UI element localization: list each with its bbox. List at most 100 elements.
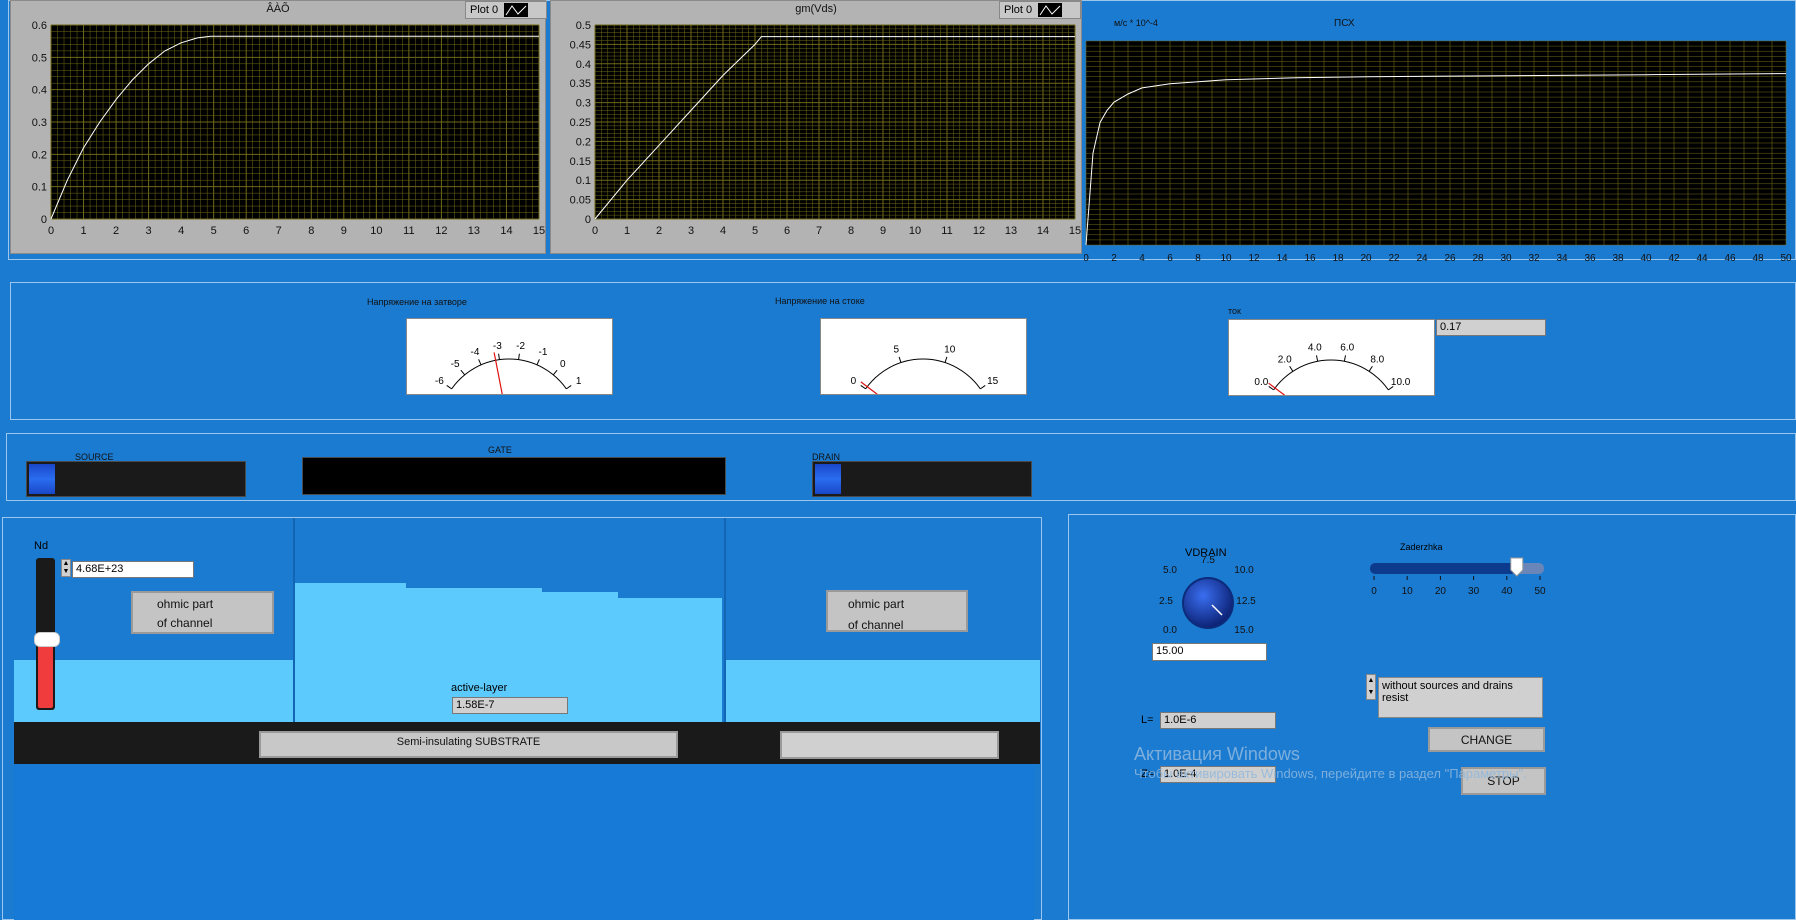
nd-value-field[interactable]: 4.68E+23 [72, 561, 194, 578]
x-tick-label: 36 [1584, 253, 1596, 264]
x-tick-label: 42 [1668, 253, 1680, 264]
mode-field[interactable]: without sources and drains resist [1378, 677, 1543, 718]
vdrain-knob[interactable]: 0.0 2.5 5.0 7.5 10.0 12.5 15.0 [1140, 553, 1280, 643]
x-tick-label: 22 [1388, 253, 1400, 264]
meter-tick-label: -6 [435, 376, 444, 387]
x-tick-label: 3 [146, 225, 152, 237]
x-tick-label: 13 [1005, 225, 1017, 237]
meter-tick-label: -3 [493, 341, 502, 352]
x-tick-label: 32 [1528, 253, 1540, 264]
iv-graph: ÂÀÕ Plot 0 0 1 2 3 4 5 6 7 8 9 10 11 12 13 14 15 0 0.1 0.2… [10, 0, 547, 255]
x-tick-label: 11 [403, 225, 414, 237]
x-tick-label: 7 [276, 225, 282, 237]
gm-plot-area[interactable]: 0 1 2 3 4 5 6 7 8 9 10 11 12 13 14 1500.050.10.150.20.2… [551, 1, 1083, 255]
x-tick-label: 4 [720, 225, 726, 237]
y-tick-label: 0.4 [576, 59, 591, 71]
channel-left-region [14, 660, 294, 722]
zaderzhka-slider[interactable]: 0 10 20 30 40 50 [1364, 556, 1554, 600]
iv-plot-area[interactable]: 0 1 2 3 4 5 6 7 8 9 10 11 12 13 14 1500.10.20.30.40.50.… [11, 1, 547, 255]
ohmic-right-line1: ohmic part [848, 597, 905, 611]
current-label: ток [1228, 306, 1241, 316]
mode-stepper[interactable]: ▲ ▼ [1366, 674, 1376, 700]
x-tick-label: 48 [1752, 253, 1764, 264]
knob-tick-label: 12.5 [1236, 596, 1256, 607]
drain-electrode[interactable] [812, 461, 1032, 497]
nd-stepper[interactable]: ▲ ▼ [61, 559, 71, 577]
knob-tick-label: 2.5 [1159, 596, 1173, 607]
gate-right-divider [724, 518, 726, 722]
meter-tick [860, 384, 866, 390]
nd-slider-track[interactable] [34, 558, 60, 710]
meter-tick-label: -2 [516, 341, 525, 352]
meter-tick-label: 0 [851, 376, 857, 387]
gate-electrode[interactable] [302, 457, 726, 495]
l-label: L= [1141, 714, 1154, 726]
substrate-label: Semi-insulating SUBSTRATE [396, 736, 541, 748]
meter-tick-label: 0 [560, 359, 566, 370]
y-tick-label: 0.4 [32, 85, 47, 97]
meter-tick-label: 10.0 [1391, 377, 1411, 388]
x-tick-label: 9 [880, 225, 886, 237]
x-tick-label: 4 [1139, 253, 1145, 264]
slider-fill [1370, 563, 1517, 574]
meter-tick-label: 10 [944, 344, 956, 355]
x-tick-label: 3 [688, 225, 694, 237]
x-tick-label: 4 [178, 225, 184, 237]
active-layer-label: active-layer [451, 682, 508, 694]
x-tick-label: 18 [1332, 253, 1344, 264]
x-tick-label: 10 [909, 225, 921, 237]
l-value-field[interactable]: 1.0E-6 [1160, 712, 1276, 729]
x-tick-label: 14 [500, 225, 512, 237]
x-tick-label: 40 [1640, 253, 1652, 264]
source-electrode[interactable] [26, 461, 246, 497]
windows-activation-hint: Чтобы активировать Windows, перейдите в … [1134, 766, 1527, 781]
x-tick-label: 10 [370, 225, 382, 237]
current-meter: 0.0 2.0 4.0 6.0 8.0 10.0 [1228, 319, 1435, 414]
meter-tick-label: 0.0 [1254, 377, 1268, 388]
x-tick-label: 38 [1612, 253, 1624, 264]
drain-voltage-meter: 0 5 10 15 [820, 318, 1027, 413]
x-tick-label: 8 [308, 225, 314, 237]
y-tick-label: 0.3 [576, 98, 591, 110]
nd-slider-fill [38, 638, 53, 708]
vdrain-value-field[interactable]: 15.00 [1152, 643, 1267, 661]
active-layer-value[interactable]: 1.58E-7 [452, 697, 568, 714]
change-button[interactable]: CHANGE [1428, 727, 1545, 752]
gate-voltage-label: Напряжение на затворе [367, 297, 467, 307]
meter-tick [460, 369, 466, 376]
meter-tick [1316, 355, 1319, 362]
mode-text: without sources and drains resist [1382, 680, 1513, 704]
meter-tick-label: 8.0 [1370, 355, 1384, 366]
slider-tick-label: 0 [1371, 586, 1377, 597]
meter-arc [451, 358, 567, 390]
x-tick-label: 2 [656, 225, 662, 237]
meter-tick [1343, 355, 1346, 362]
x-tick-label: 9 [341, 225, 347, 237]
meter-tick [498, 353, 500, 360]
meter-tick-label: 1 [576, 376, 582, 387]
x-tick-label: 6 [1167, 253, 1173, 264]
x-tick-label: 0 [48, 225, 54, 237]
source-fill [29, 464, 55, 494]
x-tick-label: 0 [1084, 253, 1089, 264]
y-tick-label: 0 [41, 214, 47, 226]
meter-tick-label: -5 [451, 359, 460, 370]
x-tick-label: 1 [624, 225, 630, 237]
vf-plot-area[interactable]: 0 2 4 6 8 10 12 14 16 18 20 22 24 26 28 30 32 34 36 38 40 42 4… [1084, 0, 1796, 268]
nd-slider-thumb[interactable] [34, 632, 60, 647]
y-tick-label: 0.2 [32, 149, 47, 161]
meter-tick-label: 5 [893, 344, 899, 355]
x-tick-label: 12 [973, 225, 985, 237]
x-tick-label: 2 [113, 225, 119, 237]
channel-right-region [726, 660, 1040, 722]
x-tick-label: 5 [752, 225, 758, 237]
x-tick-label: 15 [533, 225, 545, 237]
x-tick-label: 8 [1195, 253, 1201, 264]
y-tick-label: 0.1 [576, 175, 591, 187]
meter-tick [446, 384, 452, 390]
gate-label: GATE [488, 445, 512, 455]
x-tick-label: 20 [1360, 253, 1372, 264]
substrate-label-box: Semi-insulating SUBSTRATE [259, 731, 678, 758]
x-tick-label: 7 [816, 225, 822, 237]
y-tick-label: 0.05 [570, 195, 591, 207]
